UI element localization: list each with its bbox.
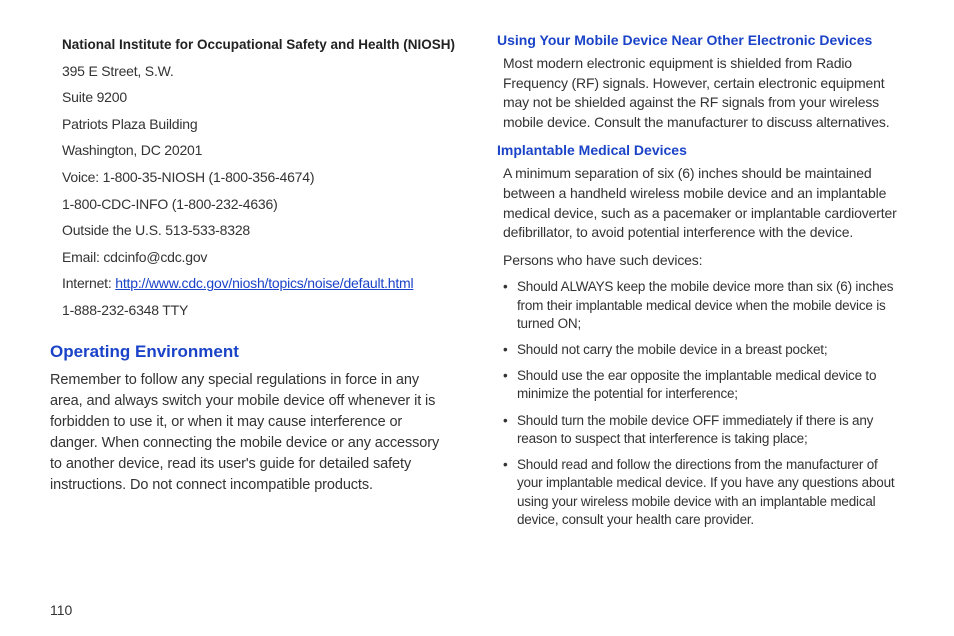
niosh-cdcinfo: 1-800-CDC-INFO (1-800-232-4636) bbox=[62, 191, 457, 218]
operating-environment-heading: Operating Environment bbox=[50, 342, 457, 362]
niosh-internet-line: Internet: http://www.cdc.gov/niosh/topic… bbox=[62, 270, 457, 297]
niosh-city: Washington, DC 20201 bbox=[62, 137, 457, 164]
right-column: Using Your Mobile Device Near Other Elec… bbox=[497, 32, 904, 539]
niosh-email: Email: cdcinfo@cdc.gov bbox=[62, 244, 457, 271]
list-item: Should read and follow the directions fr… bbox=[503, 456, 904, 529]
niosh-building: Patriots Plaza Building bbox=[62, 111, 457, 138]
internet-prefix: Internet: bbox=[62, 275, 115, 291]
near-devices-body: Most modern electronic equipment is shie… bbox=[497, 54, 904, 132]
niosh-street: 395 E Street, S.W. bbox=[62, 58, 457, 85]
left-column: National Institute for Occupational Safe… bbox=[50, 32, 457, 539]
list-item: Should turn the mobile device OFF immedi… bbox=[503, 412, 904, 448]
implant-heading: Implantable Medical Devices bbox=[497, 142, 904, 158]
near-devices-section: Using Your Mobile Device Near Other Elec… bbox=[497, 32, 904, 132]
operating-environment-body: Remember to follow any special regulatio… bbox=[50, 370, 457, 496]
niosh-outside-us: Outside the U.S. 513-533-8328 bbox=[62, 217, 457, 244]
page-number: 110 bbox=[50, 602, 72, 618]
niosh-address-block: National Institute for Occupational Safe… bbox=[50, 32, 457, 324]
niosh-title: National Institute for Occupational Safe… bbox=[62, 32, 457, 58]
list-item: Should not carry the mobile device in a … bbox=[503, 341, 904, 359]
implant-body-2: Persons who have such devices: bbox=[497, 251, 904, 271]
niosh-tty: 1-888-232-6348 TTY bbox=[62, 297, 457, 324]
implant-body-1: A minimum separation of six (6) inches s… bbox=[497, 164, 904, 242]
implant-section: Implantable Medical Devices A minimum se… bbox=[497, 142, 904, 529]
implant-bullets: Should ALWAYS keep the mobile device mor… bbox=[497, 278, 904, 529]
niosh-voice: Voice: 1-800-35-NIOSH (1-800-356-4674) bbox=[62, 164, 457, 191]
niosh-suite: Suite 9200 bbox=[62, 84, 457, 111]
niosh-internet-link[interactable]: http://www.cdc.gov/niosh/topics/noise/de… bbox=[115, 275, 413, 291]
near-devices-heading: Using Your Mobile Device Near Other Elec… bbox=[497, 32, 904, 48]
list-item: Should use the ear opposite the implanta… bbox=[503, 367, 904, 403]
list-item: Should ALWAYS keep the mobile device mor… bbox=[503, 278, 904, 333]
